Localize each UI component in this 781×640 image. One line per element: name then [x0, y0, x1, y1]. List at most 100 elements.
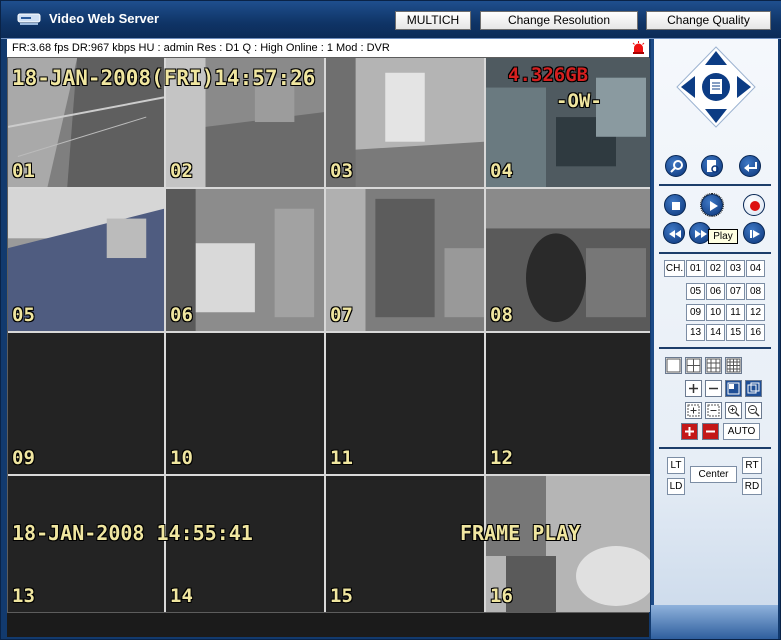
channel-button-06[interactable]: 06: [706, 283, 725, 300]
stop-button[interactable]: [664, 194, 686, 216]
magnify-minus-button[interactable]: [745, 402, 762, 419]
channel-button-15[interactable]: 15: [726, 324, 745, 341]
record-button[interactable]: [743, 194, 765, 216]
camera-cell-12[interactable]: 12: [486, 333, 650, 476]
red-minus-icon: [706, 430, 715, 433]
channel-button-07[interactable]: 07: [726, 283, 745, 300]
window-icon: [747, 382, 760, 394]
layout-1-button[interactable]: [665, 357, 682, 374]
lt-button[interactable]: LT: [667, 457, 685, 474]
rewind-icon: [669, 230, 681, 238]
zoom-out-icon: [748, 405, 760, 417]
channel-button-10[interactable]: 10: [706, 304, 725, 321]
quad-view-icon: [686, 358, 701, 373]
separator: [659, 184, 771, 186]
focus-near-button[interactable]: [685, 402, 702, 419]
channel-button-08[interactable]: 08: [746, 283, 765, 300]
zoom-in-button[interactable]: [685, 380, 702, 397]
ptz-direction-pad[interactable]: [675, 45, 757, 129]
channel-all-button[interactable]: CH.: [664, 260, 685, 277]
channel-label: 03: [330, 160, 353, 182]
auto-button[interactable]: AUTO: [723, 423, 760, 440]
magnify-plus-button[interactable]: [725, 402, 742, 419]
camera-cell-11[interactable]: 11: [326, 333, 486, 476]
channel-label: 04: [490, 160, 513, 182]
camera-cell-04[interactable]: 4.326GB -OW- 04: [486, 58, 650, 189]
alarm-light-icon: [632, 41, 645, 54]
channel-button-16[interactable]: 16: [746, 324, 765, 341]
change-resolution-button[interactable]: Change Resolution: [480, 11, 638, 30]
channel-label: 13: [12, 585, 35, 607]
play-icon: [710, 201, 718, 211]
search-event-button[interactable]: [701, 155, 723, 177]
status-text: FR:3.68 fps DR:967 kbps HU : admin Res :…: [12, 42, 390, 54]
channel-label: 02: [170, 160, 193, 182]
hdd-capacity: 4.326GB: [508, 64, 589, 86]
camera-cell-03[interactable]: 03: [326, 58, 486, 189]
channel-label: 01: [12, 160, 35, 182]
rd-button[interactable]: RD: [742, 478, 762, 495]
multich-button[interactable]: MULTICH: [395, 11, 471, 30]
channel-button-02[interactable]: 02: [706, 260, 725, 277]
nine-view-icon: [706, 358, 721, 373]
separator: [659, 447, 771, 449]
channel-button-14[interactable]: 14: [706, 324, 725, 341]
back-button[interactable]: [739, 155, 761, 177]
layout-9-button[interactable]: [705, 357, 722, 374]
layout-4-button[interactable]: [685, 357, 702, 374]
video-web-server-window: Video Web Server MULTICH Change Resoluti…: [0, 0, 781, 640]
separator: [659, 347, 771, 349]
channel-button-13[interactable]: 13: [686, 324, 705, 341]
frame-play-overlay: FRAME PLAY: [460, 521, 581, 545]
camera-cell-06[interactable]: 06: [166, 189, 326, 333]
channel-button-11[interactable]: 11: [726, 304, 745, 321]
app-title: Video Web Server: [49, 11, 160, 26]
iris-open-button[interactable]: [681, 423, 698, 440]
camera-cell-08[interactable]: 08: [486, 189, 650, 333]
play-tooltip: Play: [708, 229, 738, 244]
rt-button[interactable]: RT: [742, 457, 762, 474]
channel-label: 16: [490, 585, 513, 607]
pip-button[interactable]: [725, 380, 742, 397]
control-panel-footer: [651, 605, 778, 639]
step-forward-button[interactable]: [743, 222, 765, 244]
expand-icon: [687, 404, 700, 417]
channel-button-12[interactable]: 12: [746, 304, 765, 321]
channel-label: 11: [330, 447, 353, 469]
video-grid: 01 02 03 4.326GB -OW- 04 05 06 07 08 09 …: [7, 57, 650, 613]
channel-label: 06: [170, 304, 193, 326]
camera-cell-05[interactable]: 05: [8, 189, 166, 333]
step-forward-icon: [750, 230, 760, 238]
camera-cell-07[interactable]: 07: [326, 189, 486, 333]
channel-button-01[interactable]: 01: [686, 260, 705, 277]
search-icon: [670, 160, 683, 173]
zoom-out-button[interactable]: [705, 380, 722, 397]
channel-button-09[interactable]: 09: [686, 304, 705, 321]
status-bar: FR:3.68 fps DR:967 kbps HU : admin Res :…: [7, 39, 649, 57]
collapse-icon: [707, 404, 720, 417]
channel-button-03[interactable]: 03: [726, 260, 745, 277]
rewind-button[interactable]: [663, 222, 685, 244]
focus-far-button[interactable]: [705, 402, 722, 419]
channel-label: 05: [12, 304, 35, 326]
channel-button-05[interactable]: 05: [686, 283, 705, 300]
return-arrow-icon: [744, 162, 757, 172]
iris-close-button[interactable]: [702, 423, 719, 440]
channel-label: 10: [170, 447, 193, 469]
search-button[interactable]: [665, 155, 687, 177]
channel-label: 07: [330, 304, 353, 326]
change-quality-button[interactable]: Change Quality: [646, 11, 771, 30]
channel-label: 08: [490, 304, 513, 326]
window-button[interactable]: [745, 380, 762, 397]
datetime-overlay-playback: 18-JAN-2008 14:55:41: [12, 521, 253, 545]
center-button[interactable]: Center: [690, 466, 737, 483]
minus-icon: [709, 387, 718, 390]
layout-16-button[interactable]: [725, 357, 742, 374]
picture-in-picture-icon: [727, 382, 740, 395]
datetime-overlay-live: 18-JAN-2008(FRI)14:57:26: [12, 66, 316, 90]
play-button[interactable]: [700, 193, 724, 217]
channel-button-04[interactable]: 04: [746, 260, 765, 277]
camera-cell-09[interactable]: 09: [8, 333, 166, 476]
camera-cell-10[interactable]: 10: [166, 333, 326, 476]
ld-button[interactable]: LD: [667, 478, 685, 495]
